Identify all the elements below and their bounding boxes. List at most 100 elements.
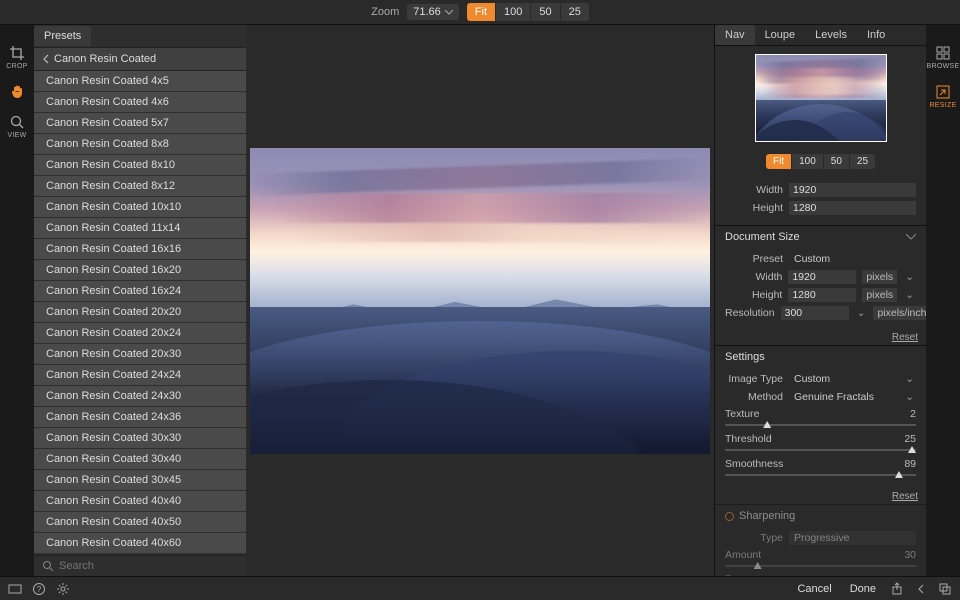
nav-zoom-25[interactable]: 25 xyxy=(850,154,875,169)
nav-zoom-group: Fit 100 50 25 xyxy=(715,150,926,177)
tab-loupe[interactable]: Loupe xyxy=(755,25,806,45)
sharpen-type-select[interactable]: Progressive xyxy=(789,531,916,545)
presets-list[interactable]: Canon Resin Coated 4x5Canon Resin Coated… xyxy=(34,71,246,555)
threshold-slider[interactable] xyxy=(725,446,916,454)
view-tool[interactable]: VIEW xyxy=(7,114,26,139)
grid-icon xyxy=(935,45,951,61)
done-button[interactable]: Done xyxy=(846,581,880,597)
chevron-down-icon xyxy=(906,234,916,240)
toggle-dot-icon[interactable] xyxy=(725,512,734,521)
preset-item[interactable]: Canon Resin Coated 20x24 xyxy=(34,323,246,344)
tab-nav[interactable]: Nav xyxy=(715,25,755,45)
chevron-down-icon xyxy=(445,10,453,15)
docsize-res-input[interactable] xyxy=(781,306,849,320)
preset-item[interactable]: Canon Resin Coated 24x24 xyxy=(34,365,246,386)
preset-item[interactable]: Canon Resin Coated 8x10 xyxy=(34,155,246,176)
chevron-down-icon[interactable]: ⌄ xyxy=(855,307,868,319)
crop-icon xyxy=(9,45,25,61)
tab-info[interactable]: Info xyxy=(857,25,895,45)
preset-item[interactable]: Canon Resin Coated 30x45 xyxy=(34,470,246,491)
bottombar: ? Cancel Done xyxy=(0,576,960,600)
method-select[interactable]: Genuine Fractals xyxy=(789,390,897,404)
hand-icon xyxy=(9,84,25,100)
zoom-value-dropdown[interactable]: 71.66 xyxy=(407,4,459,20)
image-canvas xyxy=(250,148,710,454)
zoom-100-button[interactable]: 100 xyxy=(496,3,531,21)
imgtype-select[interactable]: Custom xyxy=(789,372,897,386)
preset-item[interactable]: Canon Resin Coated 5x7 xyxy=(34,113,246,134)
zoom-label: Zoom xyxy=(371,6,399,18)
inspector-tabs: Nav Loupe Levels Info xyxy=(715,25,926,46)
preset-item[interactable]: Canon Resin Coated 16x16 xyxy=(34,239,246,260)
preset-item[interactable]: Canon Resin Coated 30x30 xyxy=(34,428,246,449)
preset-item[interactable]: Canon Resin Coated 8x12 xyxy=(34,176,246,197)
docsize-height-input[interactable] xyxy=(788,288,856,302)
topbar: Zoom 71.66 Fit 100 50 25 xyxy=(0,0,960,25)
thumbnail-toggle-icon[interactable] xyxy=(8,582,22,596)
presets-panel: Presets Canon Resin Coated Canon Resin C… xyxy=(34,25,246,576)
cancel-button[interactable]: Cancel xyxy=(793,581,835,597)
zoom-fit-button[interactable]: Fit xyxy=(467,3,496,21)
crop-tool[interactable]: CROP xyxy=(6,45,27,70)
chevron-down-icon[interactable]: ⌄ xyxy=(903,289,916,301)
orig-width-label: Width xyxy=(725,184,783,196)
docsize-header[interactable]: Document Size xyxy=(715,226,926,248)
magnify-icon xyxy=(9,114,25,130)
docsize-reset[interactable]: Reset xyxy=(715,330,926,345)
resize-tool[interactable]: RESIZE xyxy=(929,84,956,109)
preset-item[interactable]: Canon Resin Coated 20x20 xyxy=(34,302,246,323)
chevron-down-icon[interactable]: ⌄ xyxy=(903,271,916,283)
nav-preview xyxy=(715,46,926,150)
search-input[interactable] xyxy=(59,560,238,572)
layers-icon[interactable] xyxy=(938,582,952,596)
nav-zoom-100[interactable]: 100 xyxy=(792,154,824,169)
sharpening-header[interactable]: Sharpening xyxy=(715,505,926,527)
chevron-left-icon xyxy=(42,54,50,64)
preset-item[interactable]: Canon Resin Coated 24x36 xyxy=(34,407,246,428)
preset-item[interactable]: Canon Resin Coated 20x30 xyxy=(34,344,246,365)
preset-item[interactable]: Canon Resin Coated 40x60 xyxy=(34,533,246,554)
preset-item[interactable]: Canon Resin Coated 10x10 xyxy=(34,197,246,218)
docsize-width-input[interactable] xyxy=(788,270,856,284)
preset-item[interactable]: Canon Resin Coated 8x8 xyxy=(34,134,246,155)
preset-item[interactable]: Canon Resin Coated 11x14 xyxy=(34,218,246,239)
settings-reset[interactable]: Reset xyxy=(715,489,926,504)
tab-levels[interactable]: Levels xyxy=(805,25,857,45)
docsize-res-unit[interactable]: pixels/inch xyxy=(873,306,926,320)
resize-icon xyxy=(935,84,951,100)
smoothness-slider[interactable] xyxy=(725,471,916,479)
nav-thumbnail[interactable] xyxy=(755,54,887,142)
docsize-width-unit[interactable]: pixels xyxy=(862,270,897,284)
preset-item[interactable]: Canon Resin Coated 24x30 xyxy=(34,386,246,407)
help-icon[interactable]: ? xyxy=(32,582,46,596)
preset-item[interactable]: Canon Resin Coated 16x20 xyxy=(34,260,246,281)
presets-search xyxy=(34,555,246,576)
presets-tabbar: Presets xyxy=(34,25,246,47)
docsize-preset-value: Custom xyxy=(789,252,916,266)
chevron-down-icon[interactable]: ⌄ xyxy=(903,391,916,403)
svg-text:?: ? xyxy=(37,585,42,594)
preset-item[interactable]: Canon Resin Coated 16x24 xyxy=(34,281,246,302)
chevron-down-icon[interactable]: ⌄ xyxy=(903,373,916,385)
browse-tool[interactable]: BROWSE xyxy=(927,45,960,70)
presets-group-header[interactable]: Canon Resin Coated xyxy=(34,47,246,71)
preset-item[interactable]: Canon Resin Coated 40x40 xyxy=(34,491,246,512)
nav-zoom-50[interactable]: 50 xyxy=(824,154,850,169)
preset-item[interactable]: Canon Resin Coated 30x40 xyxy=(34,449,246,470)
preset-item[interactable]: Canon Resin Coated 4x6 xyxy=(34,92,246,113)
hand-tool[interactable] xyxy=(9,84,25,100)
gear-icon[interactable] xyxy=(56,582,70,596)
amount-slider[interactable] xyxy=(725,562,916,570)
texture-slider[interactable] xyxy=(725,421,916,429)
zoom-button-group: Fit 100 50 25 xyxy=(467,3,589,21)
preset-item[interactable]: Canon Resin Coated 40x50 xyxy=(34,512,246,533)
back-icon[interactable] xyxy=(914,582,928,596)
canvas-area[interactable] xyxy=(246,25,714,576)
share-icon[interactable] xyxy=(890,582,904,596)
presets-tab[interactable]: Presets xyxy=(34,26,91,46)
docsize-height-unit[interactable]: pixels xyxy=(862,288,897,302)
zoom-50-button[interactable]: 50 xyxy=(531,3,560,21)
zoom-25-button[interactable]: 25 xyxy=(561,3,589,21)
nav-zoom-fit[interactable]: Fit xyxy=(766,154,792,169)
preset-item[interactable]: Canon Resin Coated 4x5 xyxy=(34,71,246,92)
